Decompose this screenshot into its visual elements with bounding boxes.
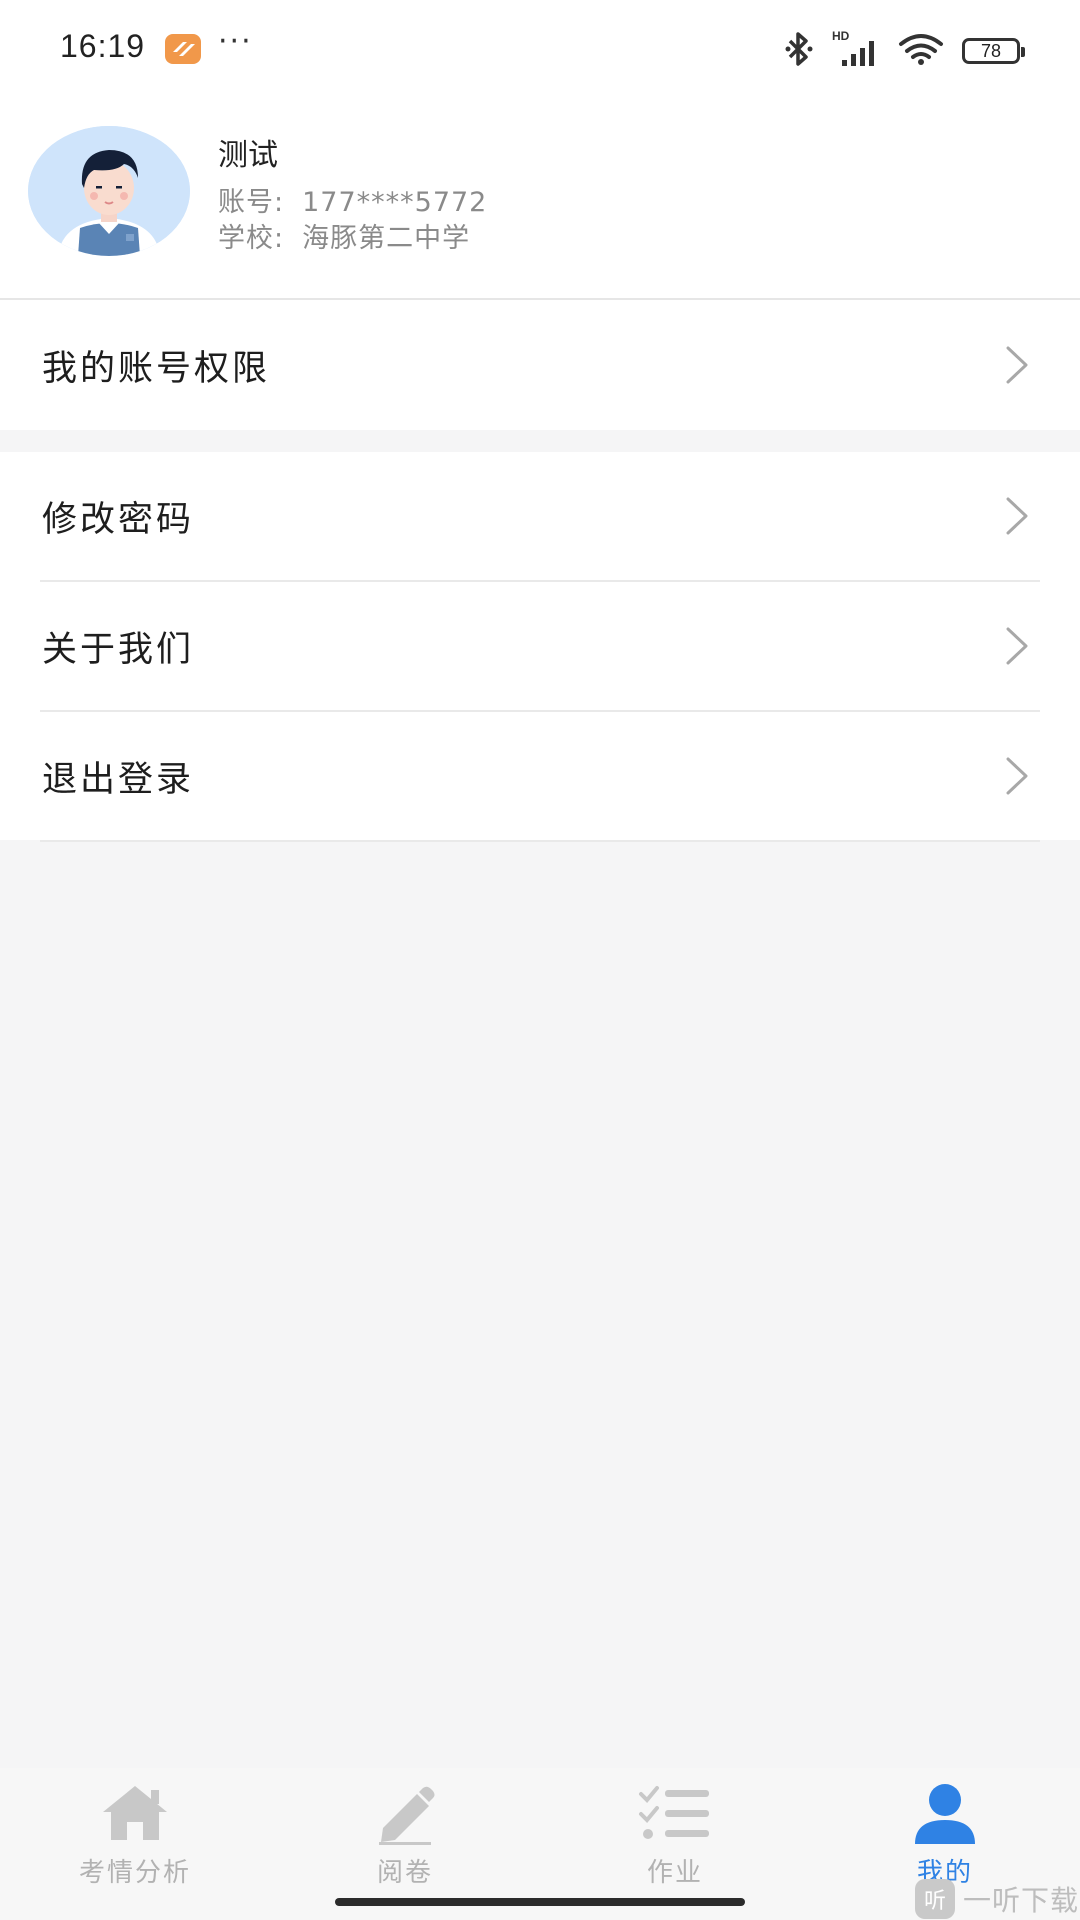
school-label: 学校: — [218, 223, 285, 254]
watermark-logo: 听 — [915, 1879, 955, 1919]
watermark: 听 一听下载 — [915, 1878, 1080, 1920]
menu-item-change-password[interactable]: 修改密码 — [0, 452, 1080, 580]
battery-level: 78 — [980, 40, 1002, 61]
tab-label: 阅卷 — [376, 1858, 433, 1888]
menu-item-about-us[interactable]: 关于我们 — [0, 582, 1080, 710]
status-icons: HD 78 — [784, 29, 1025, 72]
home-indicator[interactable] — [335, 1898, 745, 1906]
account-row: 账号: 177****5772 — [218, 180, 487, 219]
user-name: 测试 — [218, 138, 278, 173]
more-notifications-icon: ··· — [218, 24, 253, 59]
status-bar: 16:19 ··· HD 78 — [0, 0, 1080, 100]
bluetooth-icon — [784, 31, 814, 71]
chevron-right-icon — [1006, 497, 1028, 535]
pencil-icon — [379, 1786, 435, 1845]
menu-group-account: 我的账号权限 — [0, 300, 1080, 430]
wifi-icon — [898, 32, 944, 70]
checklist-icon — [639, 1786, 709, 1839]
chevron-right-icon — [1006, 346, 1028, 384]
divider — [40, 840, 1040, 842]
menu-item-label: 关于我们 — [42, 629, 195, 670]
tab-label: 作业 — [646, 1858, 703, 1888]
status-time: 16:19 — [60, 28, 146, 64]
tab-label: 考情分析 — [78, 1858, 191, 1888]
home-icon — [103, 1786, 167, 1840]
school-value: 海豚第二中学 — [302, 223, 471, 254]
chevron-right-icon — [1006, 627, 1028, 665]
menu-item-label: 我的账号权限 — [42, 348, 271, 389]
user-icon — [915, 1784, 975, 1844]
school-row: 学校: 海豚第二中学 — [218, 216, 470, 255]
menu-group-settings: 修改密码 关于我们 退出登录 — [0, 452, 1080, 842]
menu-item-logout[interactable]: 退出登录 — [0, 712, 1080, 840]
account-label: 账号: — [218, 187, 285, 218]
chevron-right-icon — [1006, 757, 1028, 795]
app-notification-icon — [165, 34, 201, 64]
tab-exam-analysis[interactable]: 考情分析 — [0, 1768, 270, 1920]
avatar[interactable] — [28, 126, 190, 256]
menu-item-account-permissions[interactable]: 我的账号权限 — [0, 300, 1080, 430]
battery-icon: 78 — [962, 38, 1025, 64]
watermark-text: 一听下载 — [963, 1884, 1080, 1917]
menu-item-label: 修改密码 — [42, 499, 195, 540]
signal-icon: HD — [832, 29, 880, 69]
menu-item-label: 退出登录 — [42, 759, 195, 800]
profile-header: 测试 账号: 177****5772 学校: 海豚第二中学 — [0, 100, 1080, 300]
account-value: 177****5772 — [302, 187, 488, 218]
